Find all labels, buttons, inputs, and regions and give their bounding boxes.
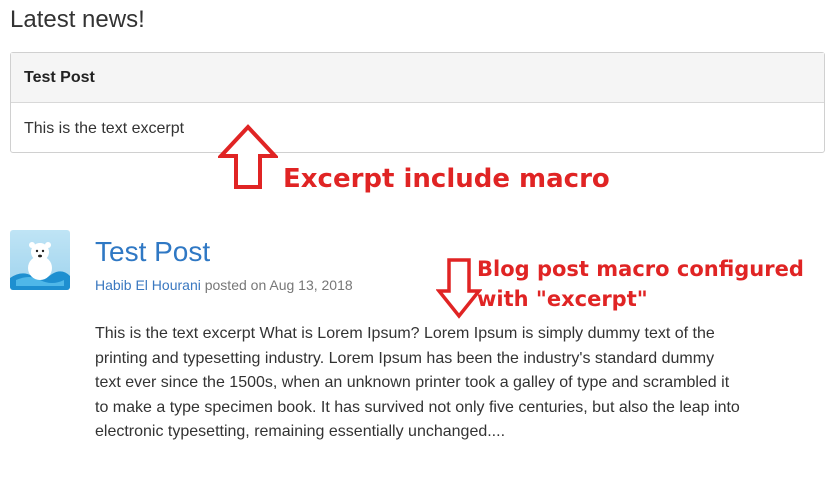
excerpt-include-annotation: Excerpt include macro: [283, 164, 610, 194]
post-meta: Habib El Hourani posted on Aug 13, 2018: [95, 277, 353, 293]
blog-post-annotation-line1: Blog post macro configured: [477, 257, 804, 281]
excerpt-line: to make a type specimen book. It has sur…: [95, 398, 740, 416]
blog-post-annotation-line2: with "excerpt": [477, 287, 648, 311]
post-excerpt: This is the text excerpt What is Lorem I…: [95, 322, 795, 445]
polar-bear-avatar-icon: [10, 230, 70, 290]
panel-title: Test Post: [11, 53, 824, 103]
author-avatar[interactable]: [10, 230, 70, 290]
posted-on-label: posted on: [204, 277, 267, 293]
down-arrow-icon: [436, 258, 482, 319]
up-arrow-icon: [218, 124, 278, 189]
post-date: Aug 13, 2018: [269, 277, 353, 293]
author-link[interactable]: Habib El Hourani: [95, 277, 201, 293]
page-heading: Latest news!: [10, 6, 145, 33]
excerpt-line: This is the text excerpt What is Lorem I…: [95, 325, 715, 342]
excerpt-line: text ever since the 1500s, when an unkno…: [95, 374, 730, 391]
excerpt-line: electronic typesetting, remaining essent…: [95, 423, 506, 440]
post-title-link[interactable]: Test Post: [95, 236, 210, 268]
excerpt-include-panel: Test Post This is the text excerpt: [10, 52, 825, 153]
excerpt-line: printing and typesetting industry. Lorem…: [95, 349, 715, 367]
panel-excerpt: This is the text excerpt: [24, 120, 185, 137]
